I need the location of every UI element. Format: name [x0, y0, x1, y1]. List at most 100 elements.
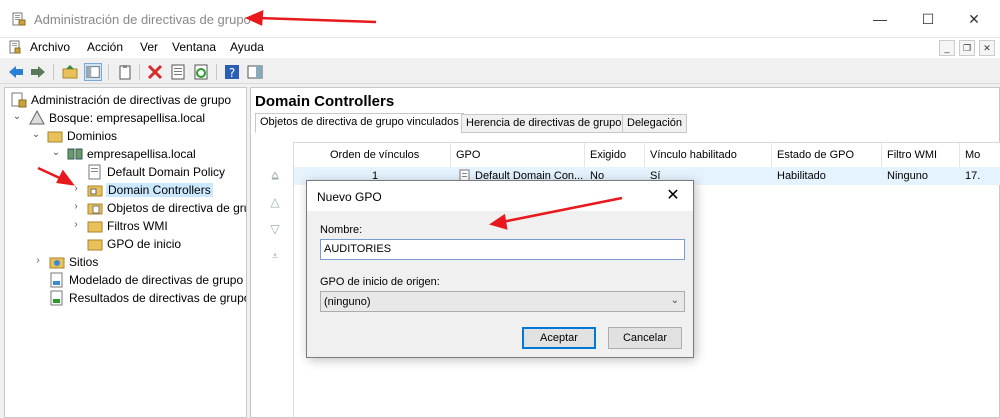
- tree-item-domain[interactable]: ⌄ empresapellisa.local: [9, 145, 244, 163]
- source-gpo-select[interactable]: (ninguno) ⌄: [320, 291, 685, 312]
- window-title: Administración de directivas de grupo: [34, 12, 251, 27]
- accept-button[interactable]: Aceptar: [522, 327, 596, 349]
- name-label: Nombre:: [320, 224, 363, 236]
- tree-label: Filtros WMI: [107, 219, 168, 233]
- tree-label: Domain Controllers: [106, 183, 213, 197]
- close-button[interactable]: ✕: [959, 8, 989, 30]
- tree-item-default-domain-policy[interactable]: Default Domain Policy: [9, 163, 244, 181]
- mdi-close-button[interactable]: ✕: [979, 40, 995, 56]
- column-header-modified[interactable]: Mo: [960, 143, 1000, 167]
- source-gpo-value: (ninguno): [324, 296, 371, 308]
- tree-item-sites[interactable]: › Sitios: [9, 253, 244, 271]
- toolbar-separator: [53, 64, 54, 80]
- folder-icon: [87, 239, 103, 251]
- mdi-restore-button[interactable]: ❐: [959, 40, 975, 56]
- tree-label: Dominios: [67, 129, 118, 143]
- move-up-icon[interactable]: △: [267, 195, 283, 211]
- toolbar-separator: [139, 64, 140, 80]
- tree-label: Bosque: empresapellisa.local: [49, 111, 206, 125]
- dialog-title: Nuevo GPO: [317, 190, 382, 204]
- tree-label: Administración de directivas de grupo: [31, 93, 232, 107]
- chevron-down-icon[interactable]: ⌄: [51, 147, 61, 159]
- tree-item-gpo-objects[interactable]: › Objetos de directiva de gru: [9, 199, 247, 217]
- results-icon: [50, 290, 63, 306]
- mdi-minimize-button[interactable]: _: [939, 40, 955, 56]
- show-hide-tree-icon[interactable]: [84, 63, 102, 81]
- toolbar: ?: [0, 60, 1000, 84]
- properties-icon[interactable]: [169, 63, 187, 81]
- chevron-right-icon[interactable]: ›: [71, 219, 81, 231]
- tree-label: Sitios: [69, 255, 99, 269]
- new-gpo-dialog: Nuevo GPO ✕ Nombre: AUDITORIES GPO de in…: [306, 180, 694, 358]
- action-pane-icon[interactable]: [246, 63, 264, 81]
- minimize-button[interactable]: —: [865, 8, 895, 30]
- clipboard-icon[interactable]: [116, 63, 134, 81]
- console-tree: Administración de directivas de grupo ⌄ …: [4, 87, 247, 418]
- help-icon[interactable]: ?: [223, 63, 241, 81]
- source-gpo-label: GPO de inicio de origen:: [320, 276, 440, 288]
- move-top-icon[interactable]: ⩠: [267, 168, 283, 184]
- tree-item-starter-gpo[interactable]: GPO de inicio: [9, 235, 244, 253]
- table-cell-modified[interactable]: 17.: [960, 167, 1000, 185]
- tree-item-forest[interactable]: ⌄ Bosque: empresapellisa.local: [9, 109, 244, 127]
- svg-text:?: ?: [229, 66, 235, 80]
- folder-icon: [47, 131, 63, 143]
- page-title: Domain Controllers: [255, 93, 395, 110]
- tree-label: Resultados de directivas de grupo: [69, 291, 247, 305]
- chevron-down-icon[interactable]: ⌄: [12, 111, 22, 123]
- menu-archivo[interactable]: Archivo: [30, 40, 70, 54]
- toolbar-separator: [108, 64, 109, 80]
- column-header-link-enabled[interactable]: Vínculo habilitado: [645, 143, 772, 167]
- tree-label: Objetos de directiva de gru: [107, 201, 247, 215]
- modeling-icon: [50, 272, 63, 288]
- tree-item-wmi-filters[interactable]: › Filtros WMI: [9, 217, 244, 235]
- window-titlebar: Administración de directivas de grupo — …: [0, 0, 1000, 38]
- tree-item-domain-controllers[interactable]: › Domain Controllers: [9, 181, 244, 199]
- tree-label: Default Domain Policy: [107, 165, 226, 179]
- menu-ver[interactable]: Ver: [140, 40, 158, 54]
- name-input[interactable]: AUDITORIES: [320, 239, 685, 260]
- table-cell-wmi-filter[interactable]: Ninguno: [882, 167, 960, 185]
- dialog-close-button[interactable]: ✕: [663, 185, 683, 205]
- chevron-right-icon[interactable]: ›: [71, 183, 81, 195]
- tree-label: GPO de inicio: [107, 237, 182, 251]
- column-header-enforced[interactable]: Exigido: [585, 143, 645, 167]
- tree-label: Modelado de directivas de grupo: [69, 273, 244, 287]
- tab-delegation[interactable]: Delegación: [622, 114, 688, 133]
- dialog-titlebar: Nuevo GPO ✕: [307, 181, 693, 211]
- document-icon: [9, 40, 21, 54]
- cancel-button[interactable]: Cancelar: [608, 327, 682, 349]
- up-folder-icon[interactable]: [61, 63, 79, 81]
- gpmc-icon: [11, 92, 27, 108]
- folder-icon: [87, 221, 103, 233]
- move-bottom-icon[interactable]: ⩡: [267, 249, 283, 265]
- move-down-icon[interactable]: ▽: [267, 222, 283, 238]
- table-cell-gpo-status[interactable]: Habilitado: [772, 167, 882, 185]
- refresh-icon[interactable]: [192, 63, 210, 81]
- chevron-right-icon[interactable]: ›: [71, 201, 81, 213]
- tree-item-results[interactable]: Resultados de directivas de grupo: [9, 289, 247, 307]
- folder-icon: [87, 203, 103, 215]
- tree-item-domains[interactable]: ⌄ Dominios: [9, 127, 244, 145]
- menu-accion[interactable]: Acción: [87, 40, 123, 54]
- gpo-link-icon: [88, 164, 101, 180]
- menu-ayuda[interactable]: Ayuda: [230, 40, 264, 54]
- tree-item-modeling[interactable]: Modelado de directivas de grupo: [9, 271, 244, 289]
- ou-folder-icon: [87, 185, 103, 197]
- gpmc-app-icon: [12, 12, 26, 26]
- forward-arrow-icon[interactable]: [29, 63, 47, 81]
- column-header-wmi-filter[interactable]: Filtro WMI: [882, 143, 960, 167]
- forest-icon: [29, 110, 45, 125]
- chevron-right-icon[interactable]: ›: [33, 255, 43, 267]
- chevron-down-icon[interactable]: ⌄: [31, 129, 41, 141]
- tree-item-root[interactable]: Administración de directivas de grupo: [9, 91, 244, 109]
- maximize-button[interactable]: ☐: [913, 8, 943, 30]
- column-header-gpo[interactable]: GPO: [451, 143, 585, 167]
- menu-ventana[interactable]: Ventana: [172, 40, 216, 54]
- column-header-order[interactable]: Orden de vínculos: [294, 143, 451, 167]
- delete-icon[interactable]: [146, 63, 164, 81]
- back-arrow-icon[interactable]: [7, 63, 25, 81]
- tab-linked-gpos[interactable]: Objetos de directiva de grupo vinculados: [255, 113, 464, 133]
- tab-inheritance[interactable]: Herencia de directivas de grupo: [461, 114, 627, 133]
- column-header-gpo-status[interactable]: Estado de GPO: [772, 143, 882, 167]
